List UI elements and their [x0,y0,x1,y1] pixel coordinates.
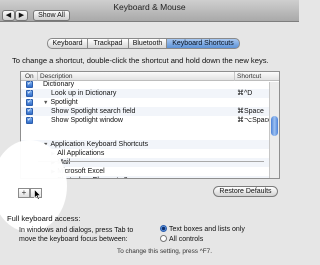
list-item-label: Photoshop Elements 3 [57,177,127,178]
tab-keyboard-shortcuts[interactable]: Keyboard Shortcuts [166,38,240,49]
row-divider [38,161,264,162]
radio-unselected-icon[interactable] [160,235,167,242]
checkbox-checked-icon[interactable]: ✓ [26,81,33,88]
checkbox-checked-icon[interactable]: ✓ [26,90,33,97]
mouse-cursor-icon [34,189,41,200]
disclosure-open-icon[interactable]: ▼ [43,100,48,106]
header-description[interactable]: Description [40,73,73,80]
list-item-label: Show Spotlight search field [51,108,136,115]
checkbox-checked-icon[interactable]: ✓ [26,108,33,115]
tab-keyboard[interactable]: Keyboard [47,38,87,49]
list-item[interactable]: ✓ Show Spotlight window ⌘⌥Space [21,116,272,125]
radio-all-controls[interactable]: All controls [160,235,203,243]
radio-selected-icon[interactable] [160,225,167,232]
scrollbar[interactable] [269,82,279,178]
checkbox-checked-icon[interactable]: ✓ [26,99,33,106]
add-shortcut-button[interactable]: + [18,188,30,198]
list-item-label: All Applications [57,150,105,157]
shortcut-keys[interactable]: ⌘Space [237,107,264,116]
full-keyboard-access-description: In windows and dialogs, press Tab to mov… [19,227,134,243]
tab-bar: Keyboard Trackpad Bluetooth Keyboard Sho… [47,38,240,49]
list-item[interactable]: ✓ ▼ Spotlight [21,98,270,107]
list-item-label: Show Spotlight window [51,117,123,124]
scrollbar-thumb[interactable] [271,116,278,136]
tab-bluetooth[interactable]: Bluetooth [128,38,166,49]
header-on[interactable]: On [25,73,34,80]
radio-label: Text boxes and lists only [169,226,245,233]
back-button[interactable]: ◀ [2,10,15,21]
header-shortcut[interactable]: Shortcut [237,73,261,80]
radio-label: All controls [169,236,204,243]
list-item[interactable]: ✓ Dictionary [21,80,270,89]
list-item[interactable]: ✓ Look up in Dictionary ⌘^D [21,89,270,98]
list-item-label: Application Keyboard Shortcuts [50,141,149,148]
title-bar: Keyboard & Mouse ◀ ▶ Show All [0,0,299,22]
restore-defaults-button[interactable]: Restore Defaults [213,186,278,197]
list-item-label: Look up in Dictionary [51,90,117,97]
show-all-button[interactable]: Show All [33,10,70,21]
keyboard-hint-text: To change this setting, press ^F7. [117,248,213,255]
list-item-label: Dictionary [43,81,75,88]
shortcut-keys[interactable]: ⌘⌥Space [237,116,272,125]
instruction-text: To change a shortcut, double-click the s… [12,56,269,65]
radio-text-boxes[interactable]: Text boxes and lists only [160,225,245,233]
list-item[interactable]: ▼Application Keyboard Shortcuts [21,140,270,149]
full-keyboard-access-title: Full keyboard access: [7,214,81,223]
checkbox-checked-icon[interactable]: ✓ [26,117,33,124]
list-item[interactable]: ✓ Show Spotlight search field ⌘Space [21,107,270,116]
tab-trackpad[interactable]: Trackpad [87,38,128,49]
list-item-label: Spotlight [50,99,78,106]
forward-button[interactable]: ▶ [15,10,28,21]
shortcut-keys[interactable]: ⌘^D [237,89,252,98]
